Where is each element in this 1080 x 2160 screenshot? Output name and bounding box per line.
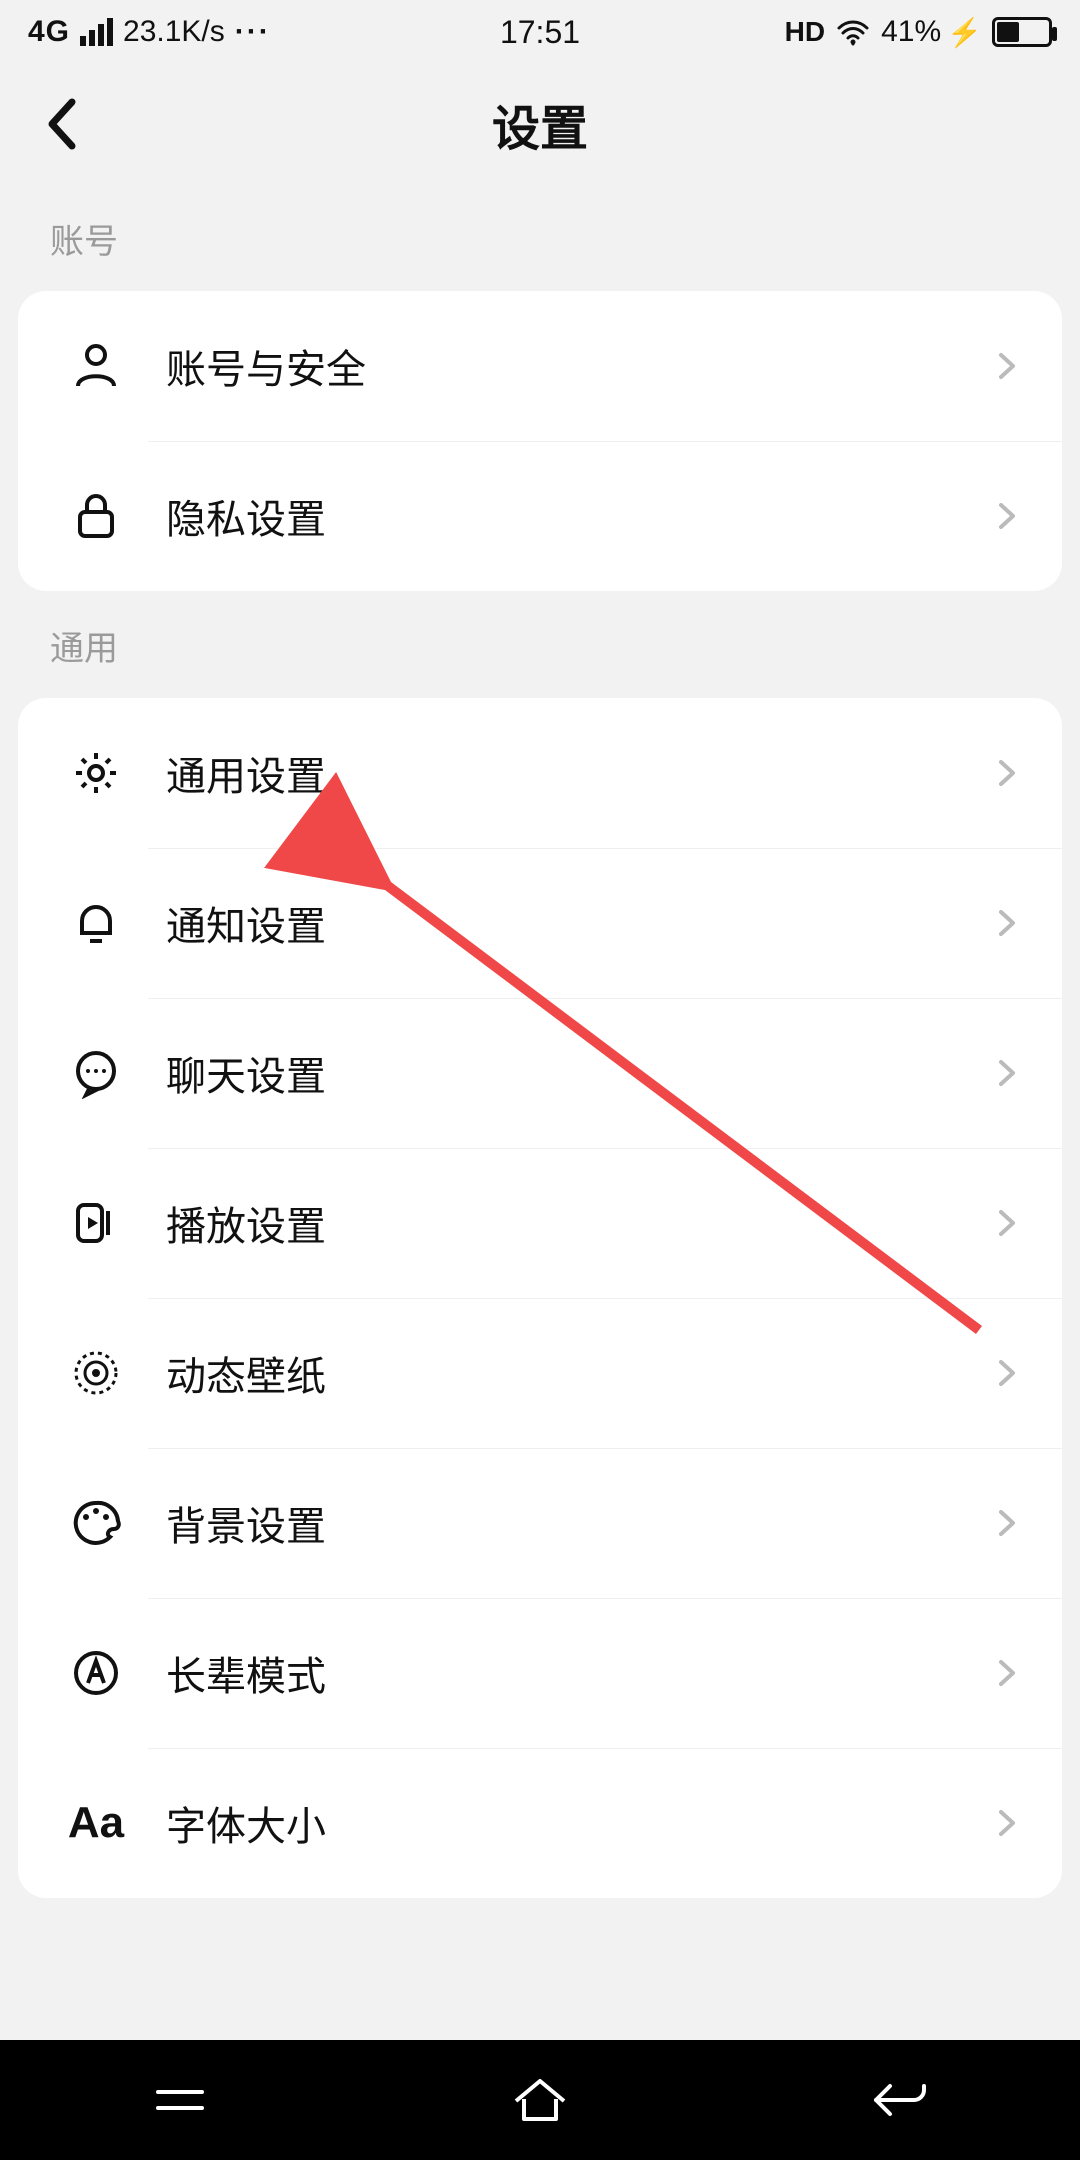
chevron-right-icon <box>992 1658 1022 1688</box>
row-label: 通知设置 <box>166 894 992 952</box>
row-label: 播放设置 <box>166 1194 992 1252</box>
row-label: 动态壁纸 <box>166 1344 992 1402</box>
section-label-account: 账号 <box>0 184 1080 291</box>
chevron-right-icon <box>992 1358 1022 1388</box>
page-title: 设置 <box>492 89 588 159</box>
row-chat-settings[interactable]: 聊天设置 <box>18 998 1062 1148</box>
row-privacy[interactable]: 隐私设置 <box>18 441 1062 591</box>
chat-icon <box>66 1043 126 1103</box>
section-label-general: 通用 <box>0 591 1080 698</box>
chevron-right-icon <box>992 501 1022 531</box>
hd-label: HD <box>785 16 825 48</box>
network-speed: 23.1K/s <box>123 15 225 49</box>
row-background-settings[interactable]: 背景设置 <box>18 1448 1062 1598</box>
wifi-icon <box>835 18 871 46</box>
signal-icon <box>80 18 113 46</box>
palette-icon <box>66 1493 126 1553</box>
chevron-right-icon <box>992 351 1022 381</box>
row-label: 聊天设置 <box>166 1044 992 1102</box>
bell-icon <box>66 893 126 953</box>
battery-pct: 41% <box>881 15 941 49</box>
font-size-icon: Aa <box>66 1793 126 1853</box>
user-icon <box>66 336 126 396</box>
chevron-left-icon <box>44 98 80 150</box>
chevron-right-icon <box>992 1058 1022 1088</box>
nav-home-button[interactable] <box>505 2075 575 2125</box>
chevron-right-icon <box>992 908 1022 938</box>
row-general-settings[interactable]: 通用设置 <box>18 698 1062 848</box>
row-font-size[interactable]: Aa 字体大小 <box>18 1748 1062 1898</box>
row-label: 长辈模式 <box>166 1644 992 1702</box>
chevron-right-icon <box>992 1508 1022 1538</box>
row-label: 账号与安全 <box>166 337 992 395</box>
target-icon <box>66 1343 126 1403</box>
lock-icon <box>66 486 126 546</box>
card-account: 账号与安全 隐私设置 <box>18 291 1062 591</box>
status-bar: 4G 23.1K/s ··· 17:51 HD 41% ⚡ <box>0 0 1080 64</box>
row-notification-settings[interactable]: 通知设置 <box>18 848 1062 998</box>
nav-back-button[interactable] <box>865 2075 935 2125</box>
screen: 4G 23.1K/s ··· 17:51 HD 41% ⚡ 设置 账号 账 <box>0 0 1080 2160</box>
back-button[interactable] <box>36 98 88 150</box>
row-label: 背景设置 <box>166 1494 992 1552</box>
row-playback-settings[interactable]: 播放设置 <box>18 1148 1062 1298</box>
chevron-right-icon <box>992 1808 1022 1838</box>
row-label: 隐私设置 <box>166 487 992 545</box>
row-label: 通用设置 <box>166 744 992 802</box>
nav-recents-button[interactable] <box>145 2075 215 2125</box>
system-nav-bar <box>0 2040 1080 2160</box>
status-time: 17:51 <box>500 14 580 51</box>
playback-icon <box>66 1193 126 1253</box>
row-account-security[interactable]: 账号与安全 <box>18 291 1062 441</box>
more-dots-icon: ··· <box>235 15 271 49</box>
chevron-right-icon <box>992 758 1022 788</box>
gear-icon <box>66 743 126 803</box>
row-label: 字体大小 <box>166 1794 992 1852</box>
card-general: 通用设置 通知设置 聊天设置 播放设置 <box>18 698 1062 1898</box>
chevron-right-icon <box>992 1208 1022 1238</box>
header: 设置 <box>0 64 1080 184</box>
row-elder-mode[interactable]: 长辈模式 <box>18 1598 1062 1748</box>
network-type: 4G <box>28 15 70 49</box>
a-circle-icon <box>66 1643 126 1703</box>
charging-icon: ⚡ <box>947 16 982 49</box>
row-live-wallpaper[interactable]: 动态壁纸 <box>18 1298 1062 1448</box>
battery-icon <box>992 17 1052 47</box>
